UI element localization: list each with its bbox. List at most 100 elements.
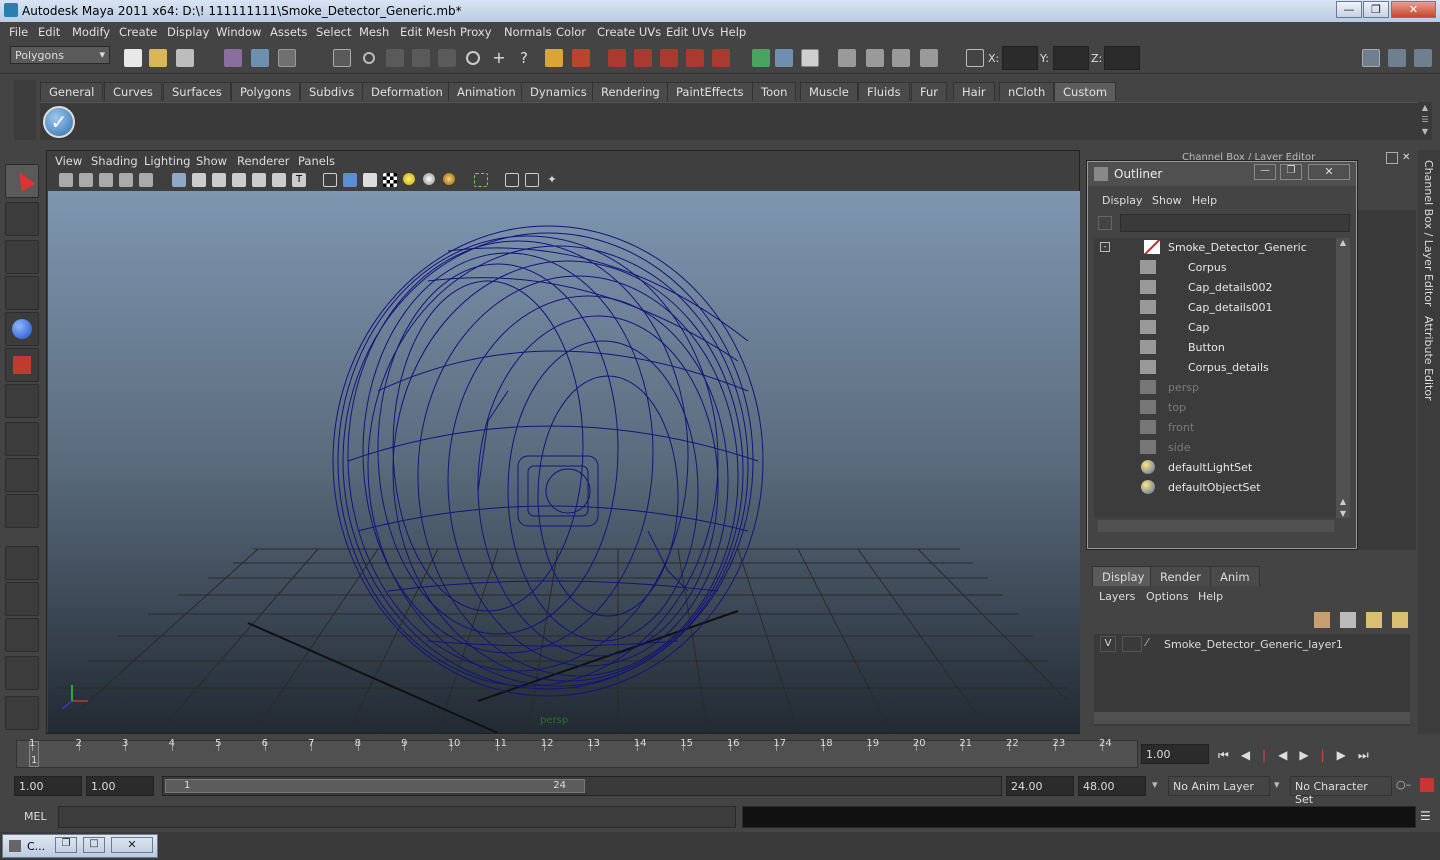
playback-end-field[interactable]: 24.00 bbox=[1006, 776, 1074, 796]
outliner-filter-icon[interactable] bbox=[1098, 216, 1112, 230]
shelf-tab-muscle[interactable]: Muscle bbox=[800, 82, 858, 101]
z-field[interactable] bbox=[1104, 46, 1140, 70]
chevron-up-icon[interactable]: ▲ bbox=[1418, 102, 1432, 114]
menu-edit[interactable]: Edit bbox=[38, 25, 60, 39]
layer-tab-display[interactable]: Display bbox=[1092, 566, 1155, 586]
input-line-icon[interactable] bbox=[966, 49, 984, 67]
shelf-handle[interactable] bbox=[14, 80, 36, 140]
outliner-item-persp[interactable]: persp bbox=[1094, 378, 1344, 398]
move-tool-icon[interactable] bbox=[5, 276, 39, 310]
range-handle[interactable]: 1 24 bbox=[165, 779, 585, 793]
close-button[interactable]: ✕ bbox=[1391, 1, 1436, 18]
2d-pan-zoom-icon[interactable] bbox=[139, 173, 153, 187]
minimized-window-tab[interactable]: C... ❐ □ ✕ bbox=[2, 834, 158, 858]
outliner-close-button[interactable]: ✕ bbox=[1308, 164, 1350, 180]
close-panel-icon[interactable]: ✕ bbox=[1402, 152, 1414, 164]
viewport-menu-view[interactable]: View bbox=[55, 154, 82, 168]
scroll-up-icon-2[interactable]: ▲ bbox=[1336, 497, 1350, 506]
outliner-persp-layout-icon[interactable] bbox=[5, 618, 39, 652]
layer-menu-help[interactable]: Help bbox=[1198, 590, 1223, 603]
outliner-item-smoke-detector[interactable]: Smoke_Detector_Generic bbox=[1094, 238, 1344, 258]
bookmark-icon[interactable] bbox=[99, 173, 113, 187]
outliner-item-cap-details001[interactable]: Cap_details001 bbox=[1094, 298, 1344, 318]
safe-title-icon[interactable]: T bbox=[292, 173, 306, 187]
shelf-tab-custom[interactable]: Custom bbox=[1054, 82, 1117, 101]
layer-row[interactable]: V ⁄ Smoke_Detector_Generic_layer1 bbox=[1094, 636, 1410, 654]
snap-curve-icon[interactable] bbox=[634, 49, 652, 67]
outliner-item-cap-details002[interactable]: Cap_details002 bbox=[1094, 278, 1344, 298]
layer-visibility-toggle[interactable]: V bbox=[1100, 636, 1116, 652]
y-field[interactable] bbox=[1053, 46, 1089, 70]
pick-edge-icon[interactable] bbox=[386, 49, 404, 67]
step-forward-frame-icon[interactable]: | bbox=[1321, 748, 1337, 762]
save-scene-icon[interactable] bbox=[176, 49, 194, 67]
input-ops-icon[interactable] bbox=[775, 49, 793, 67]
wireframe-on-shaded-icon[interactable] bbox=[363, 173, 377, 187]
soft-modification-icon[interactable] bbox=[5, 422, 39, 456]
wireframe-shading-icon[interactable] bbox=[323, 173, 337, 187]
shelf-tab-fur[interactable]: Fur bbox=[911, 82, 948, 101]
shelf-tab-general[interactable]: General bbox=[40, 82, 104, 101]
shelf-tab-deformation[interactable]: Deformation bbox=[362, 82, 452, 101]
safe-action-icon[interactable] bbox=[272, 173, 286, 187]
gate-mask-icon[interactable] bbox=[232, 173, 246, 187]
toggle-tool-settings-icon[interactable] bbox=[1414, 49, 1432, 67]
menu-select[interactable]: Select bbox=[316, 25, 351, 39]
mel-input[interactable] bbox=[58, 806, 736, 828]
outliner-search-field[interactable] bbox=[1120, 214, 1350, 232]
select-camera-icon[interactable] bbox=[59, 173, 73, 187]
pick-face-icon[interactable] bbox=[412, 49, 430, 67]
menu-color[interactable]: Color bbox=[556, 25, 586, 39]
checkmark-shelf-icon[interactable]: ✓ bbox=[43, 106, 75, 138]
shelf-tab-subdivs[interactable]: Subdivs bbox=[300, 82, 364, 101]
attribute-editor-side-tab[interactable]: Attribute Editor bbox=[1422, 316, 1435, 401]
menu-normals[interactable]: Normals bbox=[504, 25, 552, 39]
time-slider[interactable]: 1 1 2 3 4 5 6 7 8 9 10 11 12 13 14 15 16 17 18 19 20 21 22 23 2… bbox=[0, 736, 1440, 772]
script-editor-icon[interactable]: ☰ bbox=[1420, 810, 1434, 824]
construction-history-icon[interactable] bbox=[801, 49, 819, 67]
highlight-selection-icon[interactable] bbox=[572, 49, 590, 67]
select-hierarchy-icon[interactable] bbox=[224, 49, 242, 67]
outliner-menu-show[interactable]: Show bbox=[1152, 194, 1182, 207]
new-layer-icon[interactable] bbox=[1366, 612, 1382, 628]
shelf-tab-fluids[interactable]: Fluids bbox=[858, 82, 910, 101]
render-settings-icon[interactable] bbox=[920, 49, 938, 67]
maximize-button[interactable]: □ bbox=[83, 837, 105, 853]
outliner-item-button[interactable]: Button bbox=[1094, 338, 1344, 358]
step-back-frame-icon[interactable]: | bbox=[1262, 748, 1278, 762]
outliner-item-corpus-details[interactable]: Corpus_details bbox=[1094, 358, 1344, 378]
last-used-tool-icon[interactable] bbox=[5, 494, 39, 528]
menu-edit-uvs[interactable]: Edit UVs bbox=[666, 25, 714, 39]
shelf-scroll-arrows[interactable]: ▲ ☰ ▼ bbox=[1418, 102, 1432, 140]
outliner-menu-display[interactable]: Display bbox=[1102, 194, 1143, 207]
shelf-tab-animation[interactable]: Animation bbox=[448, 82, 525, 101]
layer-tab-anim[interactable]: Anim bbox=[1210, 566, 1260, 586]
outliner-vertical-scrollbar[interactable]: ▲ ▲ ▼ bbox=[1336, 238, 1350, 518]
all-lights-icon[interactable] bbox=[423, 173, 435, 185]
camera-attributes-icon[interactable] bbox=[79, 173, 93, 187]
shelf-tab-polygons[interactable]: Polygons bbox=[231, 82, 301, 101]
ipr-render-icon[interactable] bbox=[892, 49, 910, 67]
layer-horizontal-scrollbar[interactable] bbox=[1094, 712, 1410, 724]
snap-grid-icon[interactable] bbox=[608, 49, 626, 67]
menu-window[interactable]: Window bbox=[216, 25, 261, 39]
go-to-start-icon[interactable]: ⏮ bbox=[1218, 748, 1241, 762]
layer-color-icon[interactable]: ⁄ bbox=[1146, 636, 1162, 652]
isolate-select-icon[interactable] bbox=[474, 173, 488, 187]
viewport-canvas[interactable]: persp bbox=[48, 191, 1080, 733]
mel-label[interactable]: MEL bbox=[24, 810, 47, 823]
scale-tool-icon[interactable] bbox=[5, 348, 39, 382]
playback-start-field[interactable]: 1.00 bbox=[86, 776, 154, 796]
menu-file[interactable]: File bbox=[9, 25, 28, 39]
perspective-viewport[interactable]: View Shading Lighting Show Renderer Pane… bbox=[46, 150, 1080, 734]
hypershade-layout-icon[interactable] bbox=[5, 696, 39, 730]
menu-assets[interactable]: Assets bbox=[270, 25, 307, 39]
play-backwards-icon[interactable]: ◀ bbox=[1278, 748, 1299, 762]
pick-pivot-icon[interactable] bbox=[466, 51, 480, 65]
new-scene-icon[interactable] bbox=[124, 49, 142, 67]
graph-editor-layout-icon[interactable] bbox=[5, 656, 39, 690]
toggle-attribute-editor-icon[interactable] bbox=[1388, 49, 1406, 67]
snap-plane-icon[interactable] bbox=[686, 49, 704, 67]
render-current-icon[interactable] bbox=[866, 49, 884, 67]
maximize-button[interactable]: ❐ bbox=[1363, 1, 1389, 18]
